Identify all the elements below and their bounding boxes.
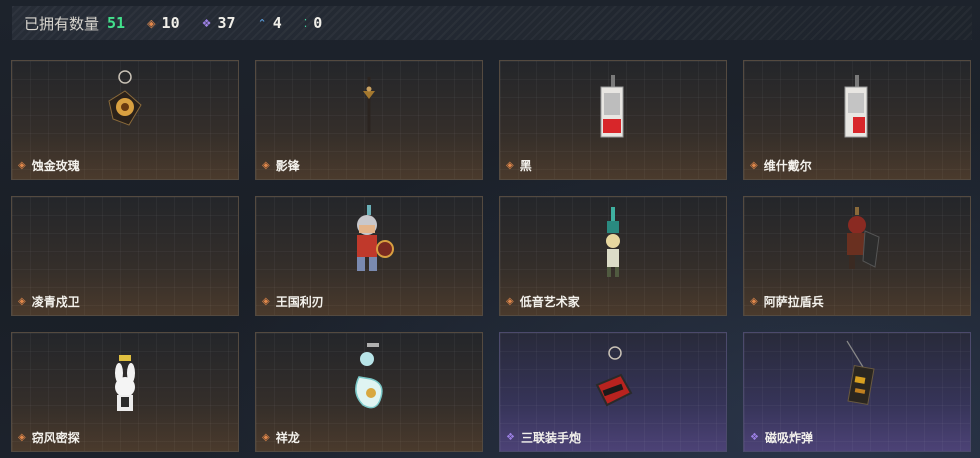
charm-card-icon — [844, 75, 868, 138]
item-label: ◈ 影锋 — [262, 157, 300, 174]
charm-magnetic-bomb-icon — [846, 340, 875, 406]
charm-rabbit-spy-icon — [115, 355, 135, 411]
item-name: 祥龙 — [275, 431, 300, 445]
item-label: ◈ 窃风密探 — [18, 429, 80, 446]
item-label: ◈ 阿萨拉盾兵 — [750, 293, 824, 310]
purple-diamond-icon: ❖ — [201, 16, 212, 30]
orange-diamond-icon: ◈ — [506, 296, 514, 307]
stat-orange: ◈ 10 — [147, 14, 180, 32]
item-grid: ◈ 蚀金玫瑰 ◈ 影锋 ◈ 黑 ◈ 维什戴尔 ◈ 凌青戍卫 ◈ 王国利刃 ◈ 低… — [11, 60, 971, 452]
item-label: ❖ 三联装手炮 — [506, 429, 581, 446]
item-name: 窃风密探 — [31, 431, 80, 445]
item-name: 黑 — [519, 159, 532, 173]
item-name: 影锋 — [275, 159, 300, 173]
item-card[interactable]: ◈ 低音艺术家 — [499, 196, 727, 316]
orange-diamond-icon: ◈ — [262, 432, 270, 443]
blue-chevron-icon: ⌃ — [257, 16, 267, 30]
item-name: 阿萨拉盾兵 — [763, 295, 824, 309]
orange-diamond-icon: ◈ — [750, 296, 758, 307]
stat-value: 0 — [313, 14, 323, 32]
charm-shield-soldier-icon — [847, 207, 880, 269]
owned-label: 已拥有数量 — [24, 14, 100, 33]
item-name: 维什戴尔 — [763, 159, 812, 173]
item-name: 低音艺术家 — [519, 295, 580, 309]
item-label: ◈ 凌青戍卫 — [18, 293, 80, 310]
collection-screen: 已拥有数量 51 ◈ 10 ❖ 37 ⌃ 4 ⁚ 0 ◈ 蚀金玫瑰 ◈ 影锋 ◈… — [0, 0, 980, 458]
stat-value: 4 — [272, 14, 282, 32]
orange-diamond-icon: ◈ — [750, 160, 758, 171]
stat-value: 10 — [161, 14, 180, 32]
stat-value: 37 — [217, 14, 236, 32]
item-card[interactable]: ❖ 磁吸炸弹 — [743, 332, 971, 452]
purple-diamond-icon: ❖ — [750, 432, 759, 443]
charm-rose-icon — [108, 70, 142, 126]
item-name: 三联装手炮 — [520, 431, 581, 445]
item-card[interactable]: ◈ 祥龙 — [255, 332, 483, 452]
item-card[interactable]: ◈ 蚀金玫瑰 — [11, 60, 239, 180]
charm-hand-cannon-icon — [595, 346, 633, 407]
item-card[interactable]: ◈ 阿萨拉盾兵 — [743, 196, 971, 316]
owned-summary-bar: 已拥有数量 51 ◈ 10 ❖ 37 ⌃ 4 ⁚ 0 — [12, 6, 972, 40]
purple-diamond-icon: ❖ — [506, 432, 515, 443]
stat-green: ⁚ 0 — [304, 14, 323, 32]
item-name: 磁吸炸弹 — [764, 431, 813, 445]
item-label: ◈ 低音艺术家 — [506, 293, 580, 310]
item-label: ❖ 磁吸炸弹 — [750, 429, 813, 446]
orange-diamond-icon: ◈ — [506, 160, 514, 171]
item-name: 凌青戍卫 — [31, 295, 80, 309]
item-card[interactable]: ◈ 王国利刃 — [255, 196, 483, 316]
item-label: ◈ 王国利刃 — [262, 293, 324, 310]
stat-blue: ⌃ 4 — [258, 14, 282, 32]
charm-card-icon — [600, 75, 624, 138]
charm-blade-icon — [363, 77, 375, 133]
item-label: ◈ 蚀金玫瑰 — [18, 157, 80, 174]
item-card[interactable]: ◈ 凌青戍卫 — [11, 196, 239, 316]
green-dots-icon: ⁚ — [303, 16, 308, 30]
orange-diamond-icon: ◈ — [18, 296, 26, 307]
item-label: ◈ 维什戴尔 — [750, 157, 812, 174]
charm-dragon-icon — [355, 343, 383, 409]
item-card[interactable]: ◈ 黑 — [499, 60, 727, 180]
item-card[interactable]: ❖ 三联装手炮 — [499, 332, 727, 452]
stat-purple: ❖ 37 — [202, 14, 236, 32]
item-card[interactable]: ◈ 窃风密探 — [11, 332, 239, 452]
orange-diamond-icon: ◈ — [262, 296, 270, 307]
item-label: ◈ 祥龙 — [262, 429, 300, 446]
orange-diamond-icon: ◈ — [18, 432, 26, 443]
charm-artist-icon — [606, 207, 620, 277]
orange-diamond-icon: ◈ — [18, 160, 26, 171]
item-card[interactable]: ◈ 维什戴尔 — [743, 60, 971, 180]
item-label: ◈ 黑 — [506, 157, 532, 174]
orange-diamond-icon: ◈ — [147, 16, 156, 30]
item-card[interactable]: ◈ 影锋 — [255, 60, 483, 180]
owned-count: 51 — [107, 14, 126, 32]
charm-knight-icon — [357, 205, 394, 271]
item-name: 王国利刃 — [275, 295, 324, 309]
item-name: 蚀金玫瑰 — [31, 159, 80, 173]
orange-diamond-icon: ◈ — [262, 160, 270, 171]
